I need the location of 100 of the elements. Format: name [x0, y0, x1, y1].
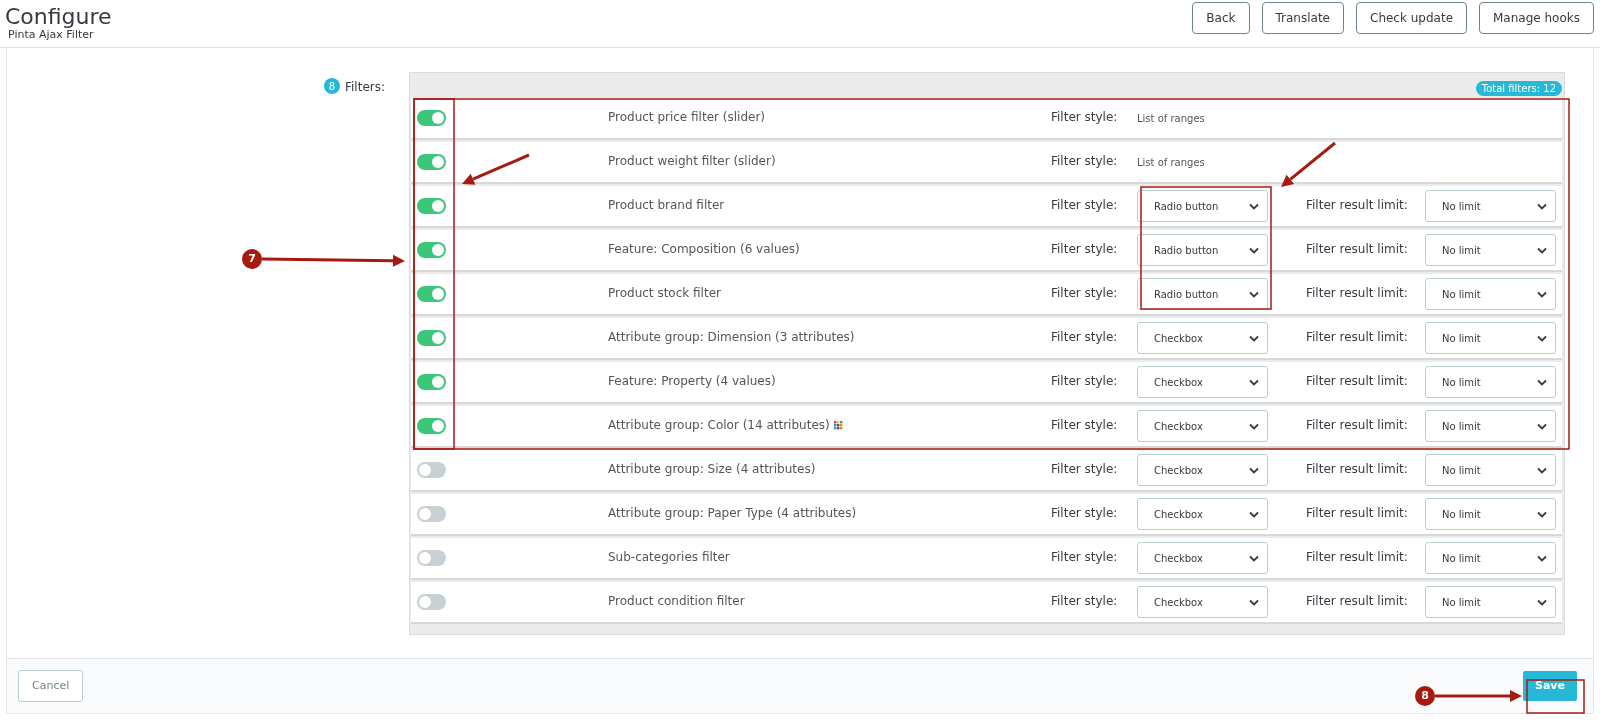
filter-style-dropdown[interactable]: Radio button: [1137, 234, 1268, 266]
filter-name: Attribute group: Dimension (3 attributes): [608, 329, 855, 346]
result-limit-dropdown[interactable]: No limit: [1425, 542, 1556, 574]
result-limit-dropdown[interactable]: No limit: [1425, 366, 1556, 398]
result-limit-dropdown[interactable]: No limit: [1425, 454, 1556, 486]
page-subtitle: Pinta Ajax Filter: [7, 29, 95, 41]
filter-style-label: Filter style:: [1051, 197, 1119, 214]
filter-style-value: List of ranges: [1137, 156, 1206, 170]
chevron-down-icon: [1249, 246, 1259, 254]
filter-style-dropdown[interactable]: Checkbox: [1137, 366, 1268, 398]
header-button[interactable]: Manage hooks: [1479, 2, 1594, 34]
chevron-down-icon: [1249, 422, 1259, 430]
result-limit-label: Filter result limit:: [1306, 505, 1409, 522]
chevron-down-icon: [1537, 510, 1547, 518]
chevron-down-icon: [1537, 378, 1547, 386]
filter-style-label: Filter style:: [1051, 109, 1119, 126]
result-limit-dropdown[interactable]: No limit: [1425, 278, 1556, 310]
callout-number: 7: [242, 249, 262, 269]
chevron-down-icon: [1249, 202, 1259, 210]
filter-style-label: Filter style:: [1051, 373, 1119, 390]
filter-style-dropdown[interactable]: Checkbox: [1137, 410, 1268, 442]
chevron-down-icon: [1249, 466, 1259, 474]
filter-name: Attribute group: Size (4 attributes): [608, 461, 816, 478]
filter-style-label: Filter style:: [1051, 461, 1119, 478]
filter-name: Product weight filter (slider): [608, 153, 776, 170]
filter-style-label: Filter style:: [1051, 329, 1119, 346]
chevron-down-icon: [1537, 290, 1547, 298]
filter-style-label: Filter style:: [1051, 593, 1119, 610]
toggle-switch[interactable]: [416, 374, 446, 390]
chevron-down-icon: [1249, 598, 1259, 606]
result-limit-label: Filter result limit:: [1306, 241, 1409, 258]
highlight-frame: [1526, 679, 1585, 714]
toggle-switch[interactable]: [416, 242, 446, 258]
header-button[interactable]: Back: [1192, 2, 1250, 34]
filter-style-dropdown[interactable]: Checkbox: [1137, 454, 1268, 486]
page-title: Configure: [5, 5, 112, 29]
toggle-switch[interactable]: [416, 462, 446, 478]
filter-style-dropdown[interactable]: Radio button: [1137, 278, 1268, 310]
result-limit-dropdown[interactable]: No limit: [1425, 322, 1556, 354]
filter-style-label: Filter style:: [1051, 549, 1119, 566]
filter-style-label: Filter style:: [1051, 285, 1119, 302]
step-badge: 8: [324, 78, 340, 94]
filter-name: Product brand filter: [608, 197, 725, 214]
filter-style-value: List of ranges: [1137, 112, 1206, 126]
toggle-switch[interactable]: [416, 154, 446, 170]
filter-name: Product condition filter: [608, 593, 745, 610]
filter-style-label: Filter style:: [1051, 417, 1119, 434]
result-limit-label: Filter result limit:: [1306, 373, 1409, 390]
annotation-arrow: [1281, 141, 1336, 187]
result-limit-label: Filter result limit:: [1306, 417, 1409, 434]
cancel-button[interactable]: Cancel: [18, 670, 84, 702]
filter-style-dropdown[interactable]: Checkbox: [1137, 498, 1268, 530]
filter-name: Feature: Property (4 values): [608, 373, 776, 390]
filter-style-label: Filter style:: [1051, 153, 1119, 170]
toggle-switch[interactable]: [416, 594, 446, 610]
toggle-switch[interactable]: [416, 550, 446, 566]
toggle-switch[interactable]: [416, 418, 446, 434]
filter-name: Feature: Composition (6 values): [608, 241, 800, 258]
filter-name: Attribute group: Paper Type (4 attributes): [608, 505, 857, 522]
result-limit-label: Filter result limit:: [1306, 461, 1409, 478]
result-limit-label: Filter result limit:: [1306, 549, 1409, 566]
chevron-down-icon: [1249, 510, 1259, 518]
chevron-down-icon: [1537, 422, 1547, 430]
chevron-down-icon: [1537, 466, 1547, 474]
toggle-switch[interactable]: [416, 330, 446, 346]
result-limit-dropdown[interactable]: No limit: [1425, 586, 1556, 618]
chevron-down-icon: [1537, 202, 1547, 210]
chevron-down-icon: [1249, 378, 1259, 386]
chevron-down-icon: [1249, 554, 1259, 562]
chevron-down-icon: [1537, 554, 1547, 562]
result-limit-label: Filter result limit:: [1306, 329, 1409, 346]
toggle-switch[interactable]: [416, 110, 446, 126]
chevron-down-icon: [1537, 334, 1547, 342]
filter-style-label: Filter style:: [1051, 241, 1119, 258]
chevron-down-icon: [1249, 334, 1259, 342]
result-limit-label: Filter result limit:: [1306, 197, 1409, 214]
total-filters-badge: Total filters: 12: [1475, 81, 1562, 96]
header-button[interactable]: Translate: [1261, 2, 1344, 34]
filter-style-dropdown[interactable]: Checkbox: [1137, 542, 1268, 574]
filter-style-dropdown[interactable]: Radio button: [1137, 190, 1268, 222]
annotation-arrow: [462, 153, 530, 185]
chevron-down-icon: [1249, 290, 1259, 298]
filter-name: Product price filter (slider): [608, 109, 765, 126]
toggle-switch[interactable]: [416, 198, 446, 214]
result-limit-dropdown[interactable]: No limit: [1425, 190, 1556, 222]
result-limit-dropdown[interactable]: No limit: [1425, 410, 1556, 442]
chevron-down-icon: [1537, 598, 1547, 606]
result-limit-label: Filter result limit:: [1306, 285, 1409, 302]
filter-name: Attribute group: Color (14 attributes): [608, 417, 830, 434]
result-limit-dropdown[interactable]: No limit: [1425, 234, 1556, 266]
toggle-switch[interactable]: [416, 286, 446, 302]
filter-name: Product stock filter: [608, 285, 721, 302]
filter-style-dropdown[interactable]: Checkbox: [1137, 586, 1268, 618]
result-limit-label: Filter result limit:: [1306, 593, 1409, 610]
filters-label: Filters:: [345, 79, 385, 96]
filter-style-dropdown[interactable]: Checkbox: [1137, 322, 1268, 354]
result-limit-dropdown[interactable]: No limit: [1425, 498, 1556, 530]
header-button[interactable]: Check update: [1356, 2, 1467, 34]
filter-style-label: Filter style:: [1051, 505, 1119, 522]
toggle-switch[interactable]: [416, 506, 446, 522]
